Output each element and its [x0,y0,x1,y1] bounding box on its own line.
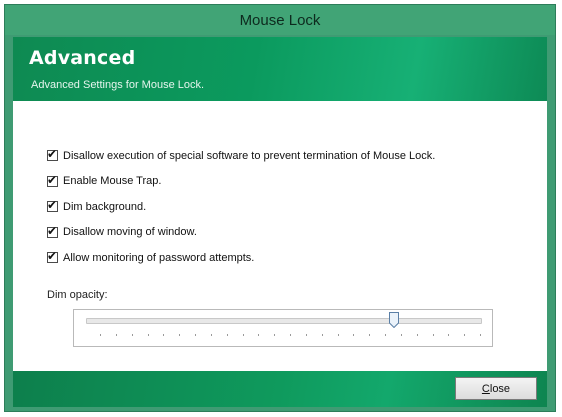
option-disallow-execution[interactable]: ✔ Disallow execution of special software… [47,143,435,169]
slider-tick [116,334,117,336]
option-disallow-moving[interactable]: ✔ Disallow moving of window. [47,220,435,246]
check-mark-icon: ✔ [47,198,58,213]
checkbox-disallow-execution[interactable]: ✔ [47,147,58,162]
slider-track[interactable] [86,318,482,324]
header-banner: Advanced Advanced Settings for Mouse Loc… [13,37,547,101]
slider-tick [353,334,354,336]
title-bar[interactable]: Mouse Lock [5,5,555,35]
slider-tick [306,334,307,336]
slider-tick [179,334,180,336]
checkbox-enable-mouse-trap[interactable]: ✔ [47,172,58,187]
option-label: Disallow moving of window. [63,226,197,239]
slider-tick [227,334,228,336]
slider-tick [195,334,196,336]
dim-opacity-label: Dim opacity: [47,289,108,301]
slider-tick [433,334,434,336]
check-mark-icon: ✔ [47,249,58,264]
option-label: Enable Mouse Trap. [63,175,162,188]
header-subtitle: Advanced Settings for Mouse Lock. [31,79,205,91]
slider-tick [338,334,339,336]
option-label: Dim background. [63,200,147,213]
slider-thumb-icon[interactable] [388,312,399,328]
slider-tick [258,334,259,336]
option-allow-monitoring[interactable]: ✔ Allow monitoring of password attempts. [47,245,435,271]
slider-tick [163,334,164,336]
slider-tick [211,334,212,336]
footer-bar: Close [13,371,547,407]
options-list: ✔ Disallow execution of special software… [47,143,435,271]
slider-tick [148,334,149,336]
check-mark-icon: ✔ [47,223,58,238]
close-label: lose [489,382,511,395]
mouse-lock-window: Mouse Lock Advanced Advanced Settings fo… [4,4,556,412]
close-mnemonic: C [481,382,490,395]
dim-opacity-slider[interactable] [73,309,493,347]
close-button[interactable]: Close [455,377,537,400]
option-label: Allow monitoring of password attempts. [63,251,255,264]
header-title: Advanced [29,47,136,69]
slider-tick [274,334,275,336]
checkbox-disallow-moving[interactable]: ✔ [47,223,58,238]
slider-tick [448,334,449,336]
slider-tick [464,334,465,336]
checkbox-dim-background[interactable]: ✔ [47,198,58,213]
slider-tick [322,334,323,336]
slider-tick [417,334,418,336]
slider-tick [290,334,291,336]
option-dim-background[interactable]: ✔ Dim background. [47,194,435,220]
window-title: Mouse Lock [239,11,321,29]
slider-tick [401,334,402,336]
checkbox-allow-monitoring[interactable]: ✔ [47,249,58,264]
slider-tick [100,334,101,336]
slider-tick [385,334,386,336]
settings-panel: ✔ Disallow execution of special software… [13,101,547,371]
option-label: Disallow execution of special software t… [63,149,436,162]
slider-tick [132,334,133,336]
slider-tick [243,334,244,336]
slider-ticks [100,334,481,337]
check-mark-icon: ✔ [47,172,58,187]
option-enable-mouse-trap[interactable]: ✔ Enable Mouse Trap. [47,169,435,195]
check-mark-icon: ✔ [47,147,58,162]
slider-tick [369,334,370,336]
slider-tick [480,334,481,336]
